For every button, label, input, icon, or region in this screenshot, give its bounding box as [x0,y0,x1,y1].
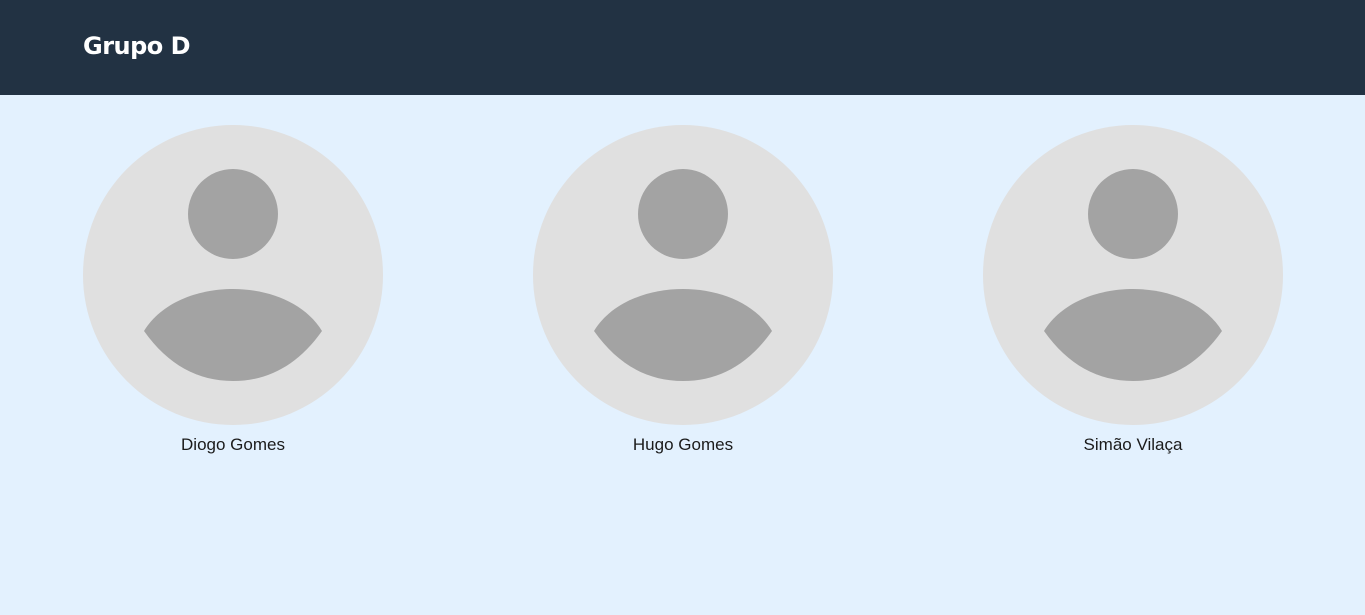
member-card: Hugo Gomes [533,125,833,457]
person-avatar-icon [533,125,833,425]
member-name: Diogo Gomes [181,435,285,454]
member-name: Hugo Gomes [632,435,734,454]
site-title[interactable]: Grupo D [83,30,191,62]
member-card: Diogo Gomes [83,125,383,457]
site-header: Grupo D [0,0,1365,95]
member-name: Simão Vilaça [1083,435,1183,454]
member-card: Simão Vilaça [983,125,1283,457]
person-avatar-icon [83,125,383,425]
members-section: Diogo Gomes Hugo Gomes Simão Vilaça [0,95,1365,615]
person-avatar-icon [983,125,1283,425]
